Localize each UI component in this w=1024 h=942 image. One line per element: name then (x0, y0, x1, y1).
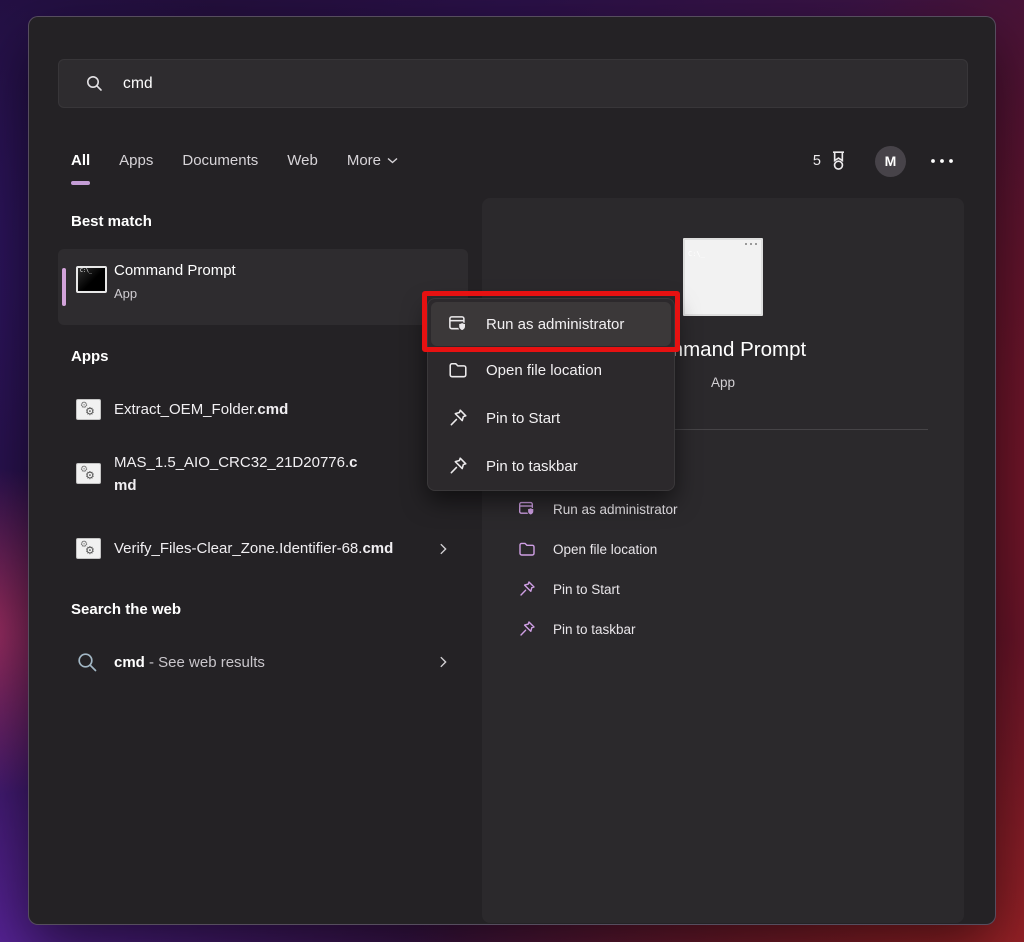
tab-apps[interactable]: Apps (119, 152, 153, 171)
app-result-mas-aio[interactable]: ⚙ ⚙ MAS_1.5_AIO_CRC32_21D20776.cmd (58, 438, 468, 509)
preview-action-pin-to-start[interactable]: Pin to Start (482, 569, 964, 609)
preview-action-pin-to-taskbar[interactable]: Pin to taskbar (482, 609, 964, 649)
filter-tab-bar: All Apps Documents Web More 5 M (71, 141, 955, 185)
pin-icon (518, 620, 536, 638)
best-match-result-command-prompt[interactable]: C:\_ Command Prompt App (58, 249, 468, 325)
web-result-cmd[interactable]: cmd - See web results (58, 639, 468, 685)
desktop-wallpaper: { "search": { "query": "cmd" }, "tabs": … (0, 0, 1024, 942)
pin-icon (448, 456, 468, 476)
apps-heading: Apps (71, 348, 109, 365)
best-match-title: Command Prompt (114, 262, 236, 279)
run-as-admin-icon (518, 500, 536, 518)
context-menu-item-pin-to-taskbar[interactable]: Pin to taskbar (430, 442, 672, 490)
more-options-icon[interactable] (929, 157, 955, 165)
chevron-right-icon (436, 655, 450, 669)
search-web-heading: Search the web (71, 601, 182, 618)
web-query-text: cmd (114, 653, 145, 671)
rewards-medal-icon (828, 150, 849, 173)
search-flyout-window: cmd All Apps Documents Web More 5 M Best… (28, 16, 996, 925)
tab-web[interactable]: Web (287, 152, 318, 171)
app-result-extract-oem-folder[interactable]: ⚙ ⚙ Extract_OEM_Folder.cmd (58, 386, 468, 432)
preview-action-run-as-admin[interactable]: Run as administrator (482, 489, 964, 529)
context-menu-item-open-file-location[interactable]: Open file location (430, 346, 672, 394)
search-input[interactable]: cmd (58, 59, 968, 108)
preview-action-open-file-location[interactable]: Open file location (482, 529, 964, 569)
rewards-button[interactable]: 5 (813, 150, 849, 173)
annotation-highlight-box (422, 291, 680, 352)
batch-file-icon: ⚙ ⚙ (76, 463, 101, 484)
app-result-verify-files[interactable]: ⚙ ⚙ Verify_Files-Clear_Zone.Identifier-68… (58, 513, 468, 584)
best-match-subtitle: App (114, 286, 138, 301)
chevron-down-icon (387, 157, 398, 164)
rewards-count: 5 (812, 153, 821, 169)
batch-file-icon: ⚙ ⚙ (76, 538, 101, 559)
selection-accent-bar (62, 268, 66, 306)
pin-icon (518, 580, 536, 598)
batch-file-icon: ⚙ ⚙ (76, 398, 101, 420)
pin-icon (448, 408, 468, 428)
search-query-text: cmd (123, 74, 153, 92)
context-menu-item-pin-to-start[interactable]: Pin to Start (430, 394, 672, 442)
best-match-heading: Best match (71, 213, 152, 230)
command-prompt-icon: C:\_ (76, 266, 107, 293)
account-avatar[interactable]: M (875, 145, 906, 177)
command-prompt-icon-large: C:\_ (683, 238, 763, 316)
chevron-right-icon (436, 542, 450, 556)
web-search-icon (76, 651, 99, 674)
folder-icon (518, 540, 536, 558)
folder-icon (448, 360, 468, 380)
tab-all[interactable]: All (71, 152, 91, 185)
tab-more[interactable]: More (347, 152, 398, 171)
tab-documents[interactable]: Documents (182, 152, 258, 171)
search-icon (85, 74, 104, 93)
web-suffix-text: - See web results (144, 653, 265, 671)
